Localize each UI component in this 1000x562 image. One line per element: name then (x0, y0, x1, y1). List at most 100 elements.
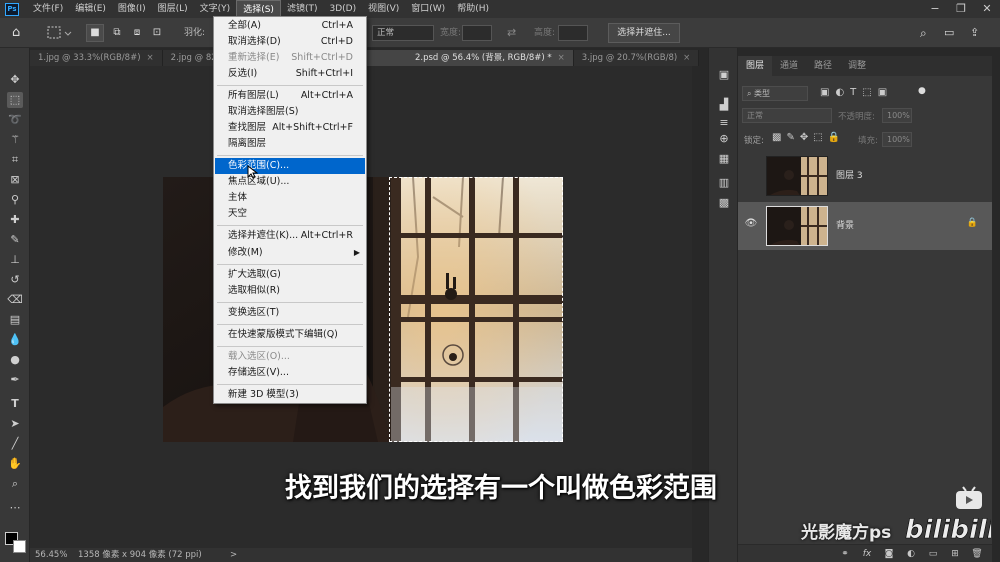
minimize-icon[interactable]: − (922, 0, 948, 18)
width-input[interactable] (462, 25, 492, 41)
menu-save-selection[interactable]: 存储选区(V)... (215, 365, 365, 381)
menu-select-and-mask[interactable]: 选择并遮住(K)... Alt+Ctrl+R (215, 228, 365, 244)
menu-layer[interactable]: 图层(L) (152, 0, 194, 18)
intersect-selection-button[interactable]: ⊡ (148, 24, 166, 42)
tab-paths[interactable]: 路径 (806, 56, 840, 76)
layer-row[interactable]: 👁 背景 🔒 (738, 202, 992, 250)
pen-tool-icon[interactable]: ✒ (7, 372, 23, 388)
menu-quick-mask[interactable]: 在快速蒙版模式下编辑(Q) (215, 327, 365, 343)
filter-toggle-icon[interactable]: ● (918, 86, 926, 96)
frame-tool-icon[interactable]: ⊠ (7, 172, 23, 188)
lasso-tool-icon[interactable]: ➰ (7, 112, 23, 128)
blur-tool-icon[interactable]: 💧 (7, 332, 23, 348)
tab-doc-4[interactable]: 3.jpg @ 20.7%(RGB/8) × (573, 50, 700, 66)
menu-help[interactable]: 帮助(H) (451, 0, 495, 18)
new-selection-button[interactable]: ■ (86, 24, 104, 42)
tab-channels[interactable]: 通道 (772, 56, 806, 76)
workspace-icon[interactable]: ▭ (944, 25, 954, 41)
menu-new-3d-model[interactable]: 新建 3D 模型(3) (215, 387, 365, 403)
menu-select-all[interactable]: 全部(A) Ctrl+A (215, 18, 365, 34)
gradients-icon[interactable]: ▥ (716, 176, 732, 190)
tab-layers[interactable]: 图层 (738, 56, 773, 76)
background-color-swatch[interactable] (13, 540, 26, 553)
opacity-input[interactable]: 100% (882, 108, 912, 123)
close-icon[interactable]: × (147, 53, 154, 63)
menu-inverse[interactable]: 反选(I) Shift+Ctrl+I (215, 66, 365, 82)
dodge-tool-icon[interactable]: ● (7, 352, 23, 368)
menu-edit[interactable]: 编辑(E) (69, 0, 112, 18)
close-icon[interactable]: × (683, 53, 690, 63)
tab-doc-1[interactable]: 1.jpg @ 33.3%(RGB/8#) × (30, 50, 163, 66)
crop-tool-icon[interactable]: ⌗ (7, 152, 23, 168)
menu-all-layers[interactable]: 所有图层(L) Alt+Ctrl+A (215, 88, 365, 104)
menu-view[interactable]: 视图(V) (362, 0, 405, 18)
menu-similar[interactable]: 选取相似(R) (215, 283, 365, 299)
zoom-level[interactable]: 56.45% (35, 548, 67, 562)
swatches-icon[interactable]: ▦ (716, 152, 732, 166)
subtract-selection-button[interactable]: ⧈ (128, 24, 146, 42)
menu-window[interactable]: 窗口(W) (405, 0, 451, 18)
link-icon[interactable]: ⚭ (838, 547, 852, 561)
menu-sky[interactable]: 天空 (215, 206, 365, 222)
layer-name[interactable]: 背景 (836, 218, 854, 231)
menu-isolate-layers[interactable]: 隔离图层 (215, 136, 365, 152)
eye-icon[interactable]: 👁 (744, 218, 758, 229)
fx-icon[interactable]: fx (860, 547, 874, 561)
more-tools-icon[interactable]: ⋯ (7, 500, 23, 516)
menu-find-layers[interactable]: 查找图层 Alt+Shift+Ctrl+F (215, 120, 365, 136)
eraser-tool-icon[interactable]: ⌫ (7, 292, 23, 308)
layer-name[interactable]: 图层 3 (836, 168, 863, 181)
type-tool-icon[interactable]: T (7, 396, 23, 412)
close-icon[interactable]: ✕ (974, 0, 1000, 18)
histogram-icon[interactable]: ▟ (716, 98, 732, 112)
stamp-tool-icon[interactable]: ⊥ (7, 252, 23, 268)
filter-icons[interactable]: ▣◐T⬚▣ (820, 87, 893, 98)
brush-tool-icon[interactable]: ✎ (7, 232, 23, 248)
line-tool-icon[interactable]: ╱ (7, 436, 23, 452)
zoom-tool-icon[interactable]: ⌕ (7, 476, 23, 492)
properties-icon[interactable]: ▣ (716, 68, 732, 82)
share-icon[interactable]: ⇪ (970, 25, 979, 41)
menu-deselect-layers[interactable]: 取消选择图层(S) (215, 104, 365, 120)
layer-row[interactable]: ◉ 图层 3 (738, 152, 992, 200)
menu-subject[interactable]: 主体 (215, 190, 365, 206)
home-icon[interactable]: ⌂ (12, 25, 20, 41)
restore-icon[interactable]: ❐ (948, 0, 974, 18)
rect-marquee-tool-icon[interactable]: ⬚ (7, 92, 23, 108)
visibility-toggle[interactable]: ◉ (744, 168, 758, 179)
menu-color-range[interactable]: 色彩范围(C)... (215, 158, 365, 179)
height-input[interactable] (558, 25, 588, 41)
actions-icon[interactable]: ⊕ (716, 132, 732, 146)
menu-transform-selection[interactable]: 变换选区(T) (215, 305, 365, 321)
fill-input[interactable]: 100% (882, 132, 912, 147)
menu-deselect[interactable]: 取消选择(D) Ctrl+D (215, 34, 365, 50)
blend-mode-select[interactable]: 正常 (742, 108, 832, 123)
close-icon[interactable]: × (558, 53, 565, 63)
history-brush-tool-icon[interactable]: ↺ (7, 272, 23, 288)
menu-modify[interactable]: 修改(M) ▶ (215, 245, 365, 261)
eyedropper-tool-icon[interactable]: ⚲ (7, 192, 23, 208)
healing-brush-tool-icon[interactable]: ✚ (7, 212, 23, 228)
group-icon[interactable]: ▭ (926, 547, 940, 561)
gradient-tool-icon[interactable]: ▤ (7, 312, 23, 328)
adjustments-icon[interactable]: ≡ (716, 116, 732, 130)
delete-icon[interactable]: 🗑 (970, 547, 984, 561)
menu-file[interactable]: 文件(F) (27, 0, 69, 18)
move-tool-icon[interactable]: ✥ (7, 72, 23, 88)
style-select[interactable]: 正常 (372, 25, 434, 41)
patterns-icon[interactable]: ▩ (716, 196, 732, 210)
menu-focus-area[interactable]: 焦点区域(U)... (215, 174, 365, 190)
layer-filter-select[interactable]: ⌕ 类型 (742, 86, 808, 101)
magic-wand-tool-icon[interactable]: ⚚ (7, 132, 23, 148)
path-select-tool-icon[interactable]: ➤ (7, 416, 23, 432)
search-icon[interactable]: ⌕ (920, 25, 927, 41)
marquee-selection[interactable] (389, 177, 563, 442)
new-layer-icon[interactable]: ⊞ (948, 547, 962, 561)
hand-tool-icon[interactable]: ✋ (7, 456, 23, 472)
mask-icon[interactable]: ◙ (882, 547, 896, 561)
tab-adjustments[interactable]: 调整 (840, 56, 874, 76)
add-selection-button[interactable]: ⧉ (108, 24, 126, 42)
marquee-preset-icon[interactable] (46, 24, 72, 40)
select-and-mask-button[interactable]: 选择并遮住... (608, 23, 680, 43)
status-arrow-icon[interactable]: > (230, 548, 237, 562)
